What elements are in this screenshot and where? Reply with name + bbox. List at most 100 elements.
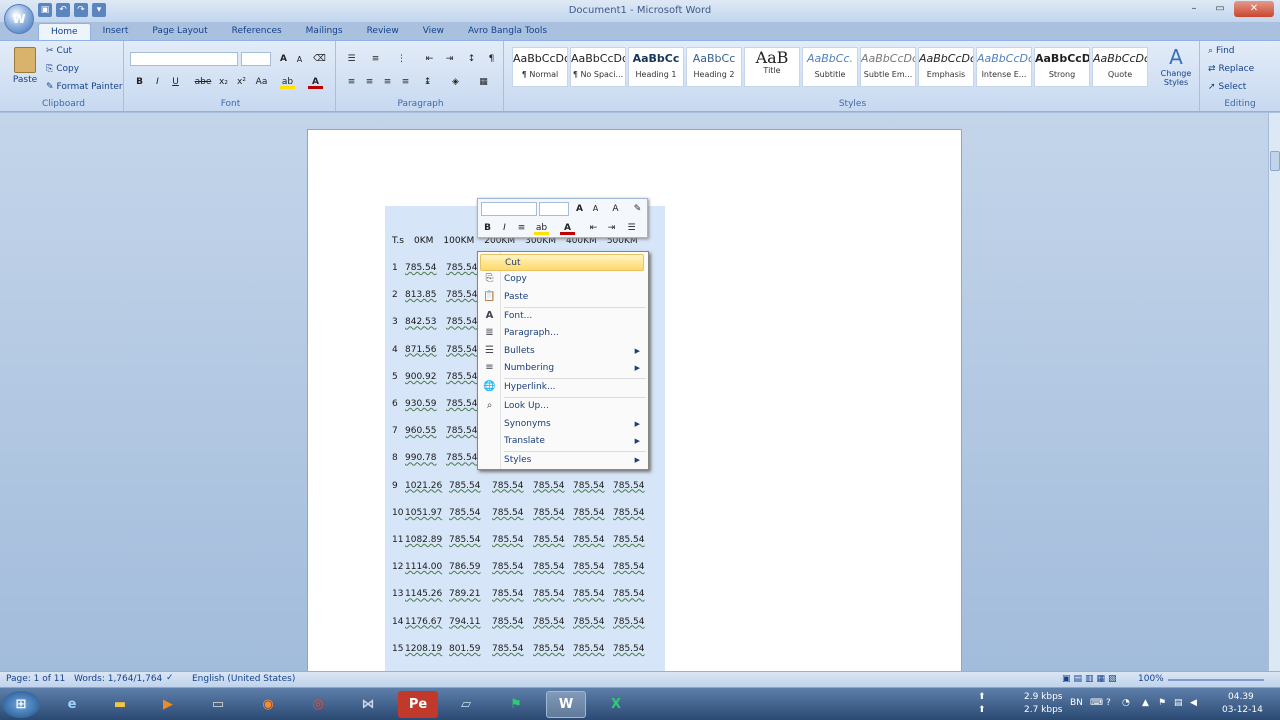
- multilevel-list-icon[interactable]: ⋮: [394, 52, 409, 66]
- numbering-icon[interactable]: ≡: [368, 52, 383, 66]
- tab-references[interactable]: References: [220, 23, 294, 40]
- mini-format-painter-icon[interactable]: ✎: [630, 202, 645, 216]
- tab-mailings[interactable]: Mailings: [294, 23, 355, 40]
- mini-italic-button[interactable]: I: [497, 221, 512, 235]
- view-buttons[interactable]: ▣▤▥▦▧: [1062, 674, 1120, 684]
- font-size-box[interactable]: [241, 52, 271, 66]
- keyboard-icon[interactable]: ⌨: [1090, 698, 1103, 708]
- computer-icon[interactable]: ▭: [198, 691, 238, 718]
- tab-page-layout[interactable]: Page Layout: [140, 23, 219, 40]
- start-button[interactable]: ⊞: [2, 691, 40, 718]
- tray-expand-icon[interactable]: ▲: [1142, 698, 1149, 708]
- tab-home[interactable]: Home: [38, 23, 91, 40]
- highlight-color-icon[interactable]: ab: [280, 75, 295, 89]
- cut-button[interactable]: ✂ Cut: [46, 46, 72, 56]
- tab-view[interactable]: View: [411, 23, 456, 40]
- menu-item-translate[interactable]: Translate ▶: [504, 433, 644, 450]
- shading-icon[interactable]: ◈: [448, 75, 463, 89]
- excel-icon[interactable]: X: [596, 691, 636, 718]
- align-left-icon[interactable]: ≡: [344, 75, 359, 89]
- options-icon[interactable]: ◔: [1122, 698, 1130, 708]
- media-icon[interactable]: ⋈: [348, 691, 388, 718]
- decrease-indent-icon[interactable]: ⇤: [422, 52, 437, 66]
- proofing-icon[interactable]: ✓: [166, 673, 174, 683]
- mini-decrease-indent-icon[interactable]: ⇤: [586, 221, 601, 235]
- powerpoint-icon[interactable]: Pe: [398, 691, 438, 718]
- menu-item-paragraph[interactable]: Paragraph...: [504, 325, 644, 342]
- replace-button[interactable]: ⇄ Replace: [1208, 64, 1254, 74]
- mini-font-name-box[interactable]: [481, 202, 537, 216]
- menu-item-styles[interactable]: Styles ▶: [504, 452, 644, 469]
- select-button[interactable]: ➚ Select: [1208, 82, 1246, 92]
- flag-icon[interactable]: ⚑: [1158, 698, 1166, 708]
- firefox-icon[interactable]: ◉: [248, 691, 288, 718]
- style-heading-2[interactable]: AaBbCc Heading 2: [686, 47, 742, 87]
- clock-date[interactable]: 03-12-14: [1222, 705, 1263, 715]
- volume-icon[interactable]: ◀: [1190, 698, 1197, 708]
- style-normal[interactable]: AaBbCcDc ¶ Normal: [512, 47, 568, 87]
- menu-item-copy[interactable]: Copy: [504, 271, 644, 288]
- font-name-box[interactable]: [130, 52, 238, 66]
- mini-font-size-box[interactable]: [539, 202, 569, 216]
- mini-bullets-icon[interactable]: ☰: [624, 221, 639, 235]
- network-icon[interactable]: ▤: [1174, 698, 1183, 708]
- sort-icon[interactable]: ↕: [464, 52, 479, 66]
- mini-grow-font-button[interactable]: A: [572, 202, 587, 216]
- bullets-icon[interactable]: ☰: [344, 52, 359, 66]
- style-strong[interactable]: AaBbCcDc Strong: [1034, 47, 1090, 87]
- format-painter-button[interactable]: ✎ Format Painter: [46, 82, 123, 92]
- menu-item-bullets[interactable]: Bullets ▶: [504, 343, 644, 360]
- change-styles-button[interactable]: A Change Styles: [1156, 45, 1196, 87]
- page-count[interactable]: Page: 1 of 11: [6, 674, 65, 684]
- line-spacing-icon[interactable]: ↨: [420, 75, 435, 89]
- word-taskbar-button[interactable]: W: [546, 691, 586, 718]
- align-right-icon[interactable]: ≡: [380, 75, 395, 89]
- explorer-icon[interactable]: ▬: [100, 691, 140, 718]
- help-icon[interactable]: ?: [1106, 698, 1111, 708]
- justify-icon[interactable]: ≡: [398, 75, 413, 89]
- show-marks-button[interactable]: ¶: [484, 52, 499, 66]
- zoom-slider[interactable]: [1168, 679, 1264, 681]
- menu-item-synonyms[interactable]: Synonyms ▶: [504, 416, 644, 433]
- mini-highlight-icon[interactable]: ab: [534, 221, 549, 235]
- paste-button[interactable]: Paste: [10, 45, 40, 93]
- office-button[interactable]: W: [4, 4, 34, 34]
- font-color-icon[interactable]: A: [308, 75, 323, 89]
- superscript-button[interactable]: x²: [234, 75, 249, 89]
- minimize-button[interactable]: –: [1182, 1, 1206, 17]
- menu-item-hyperlink[interactable]: Hyperlink...: [504, 379, 644, 396]
- style-emphasis[interactable]: AaBbCcDc Emphasis: [918, 47, 974, 87]
- style-quote[interactable]: AaBbCcDc Quote: [1092, 47, 1148, 87]
- notepad-icon[interactable]: ▱: [446, 691, 486, 718]
- underline-button[interactable]: U: [168, 75, 183, 89]
- clock-time[interactable]: 04.39: [1228, 692, 1254, 702]
- chrome-icon[interactable]: ◎: [298, 691, 338, 718]
- borders-icon[interactable]: ▦: [476, 75, 491, 89]
- style-intense-emphasis[interactable]: AaBbCcDc Intense E...: [976, 47, 1032, 87]
- ie-icon[interactable]: e: [52, 691, 92, 718]
- mini-increase-indent-icon[interactable]: ⇥: [604, 221, 619, 235]
- style-no-spacing[interactable]: AaBbCcDc ¶ No Spaci...: [570, 47, 626, 87]
- style-subtle-emphasis[interactable]: AaBbCcDc Subtle Em...: [860, 47, 916, 87]
- app-icon[interactable]: ⚑: [496, 691, 536, 718]
- clear-format-icon[interactable]: ⌫: [312, 52, 327, 66]
- mini-font-color-icon[interactable]: A: [560, 221, 575, 235]
- language-indicator[interactable]: English (United States): [192, 674, 295, 684]
- mini-center-icon[interactable]: ≡: [514, 221, 529, 235]
- find-button[interactable]: ⌕ Find: [1208, 46, 1235, 56]
- menu-item-numbering[interactable]: Numbering ▶: [504, 360, 644, 377]
- increase-indent-icon[interactable]: ⇥: [442, 52, 457, 66]
- style-title[interactable]: AaB Title: [744, 47, 800, 87]
- mini-styles-icon[interactable]: A: [608, 202, 623, 216]
- menu-item-cut[interactable]: Cut: [480, 254, 644, 271]
- shrink-font-button[interactable]: A: [292, 53, 307, 67]
- zoom-level[interactable]: 100%: [1138, 674, 1164, 684]
- strikethrough-button[interactable]: abe: [194, 75, 212, 89]
- menu-item-paste[interactable]: Paste: [504, 289, 644, 306]
- mini-shrink-font-button[interactable]: A: [588, 202, 603, 216]
- tab-avro-bangla-tools[interactable]: Avro Bangla Tools: [456, 23, 559, 40]
- bold-button[interactable]: B: [132, 75, 147, 89]
- align-center-icon[interactable]: ≡: [362, 75, 377, 89]
- subscript-button[interactable]: x₂: [216, 75, 231, 89]
- menu-item-font[interactable]: Font...: [504, 308, 644, 325]
